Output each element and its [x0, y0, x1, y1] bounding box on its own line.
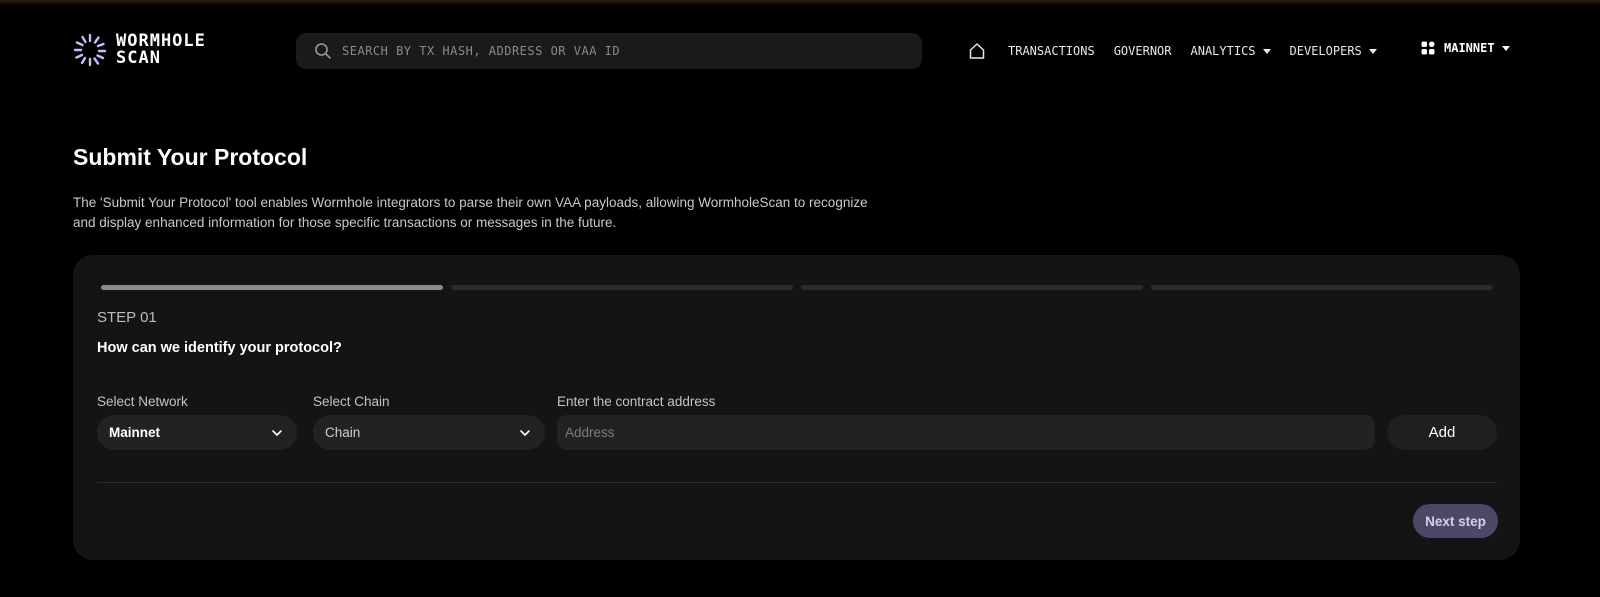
caret-down-icon: [1262, 48, 1271, 54]
caret-down-icon: [1368, 48, 1377, 54]
chain-select[interactable]: Chain: [313, 415, 545, 450]
progress-segment-2: [451, 285, 793, 290]
nav-governor[interactable]: GOVERNOR: [1114, 44, 1172, 58]
nav-developers-label: DEVELOPERS: [1289, 44, 1362, 58]
network-selector[interactable]: MAINNET: [1421, 41, 1510, 55]
logo-text: WORMHOLE SCAN: [116, 33, 206, 67]
chevron-down-icon: [272, 429, 282, 436]
progress-segment-3: [801, 285, 1143, 290]
nav-analytics-label: ANALYTICS: [1190, 44, 1256, 58]
chain-select-value: Chain: [325, 425, 361, 440]
step-progress: [101, 285, 1501, 290]
page-title: Submit Your Protocol: [73, 144, 308, 170]
network-select-value: Mainnet: [109, 425, 161, 440]
search-bar[interactable]: [296, 33, 922, 69]
address-field[interactable]: [557, 415, 1375, 450]
divider: [97, 482, 1497, 483]
progress-segment-4: [1151, 285, 1493, 290]
nav-home[interactable]: [968, 42, 986, 60]
step-question: How can we identify your protocol?: [97, 340, 342, 356]
chevron-down-icon: [520, 429, 530, 436]
main-nav: TRANSACTIONS GOVERNOR ANALYTICS DEVELOPE…: [968, 41, 1377, 61]
address-input[interactable]: [565, 425, 1365, 440]
nav-analytics[interactable]: ANALYTICS: [1191, 44, 1271, 58]
nav-transactions[interactable]: TRANSACTIONS: [1008, 44, 1095, 58]
page-description: The 'Submit Your Protocol' tool enables …: [73, 195, 868, 230]
add-button[interactable]: Add: [1387, 415, 1497, 450]
nav-governor-label: GOVERNOR: [1113, 44, 1172, 58]
nav-developers[interactable]: DEVELOPERS: [1290, 44, 1377, 58]
search-input[interactable]: [342, 44, 902, 58]
network-select[interactable]: Mainnet: [97, 415, 297, 450]
caret-down-icon: [1501, 45, 1510, 51]
wormhole-logo-icon: [73, 33, 107, 67]
submit-protocol-card: STEP 01 How can we identify your protoco…: [73, 255, 1520, 560]
header: WORMHOLE SCAN TRANSACTIONS GOVERNOR ANAL…: [0, 0, 1600, 100]
home-icon: [969, 43, 985, 59]
network-label: MAINNET: [1444, 41, 1495, 55]
logo[interactable]: WORMHOLE SCAN: [72, 32, 206, 68]
progress-segment-1: [101, 285, 443, 290]
step-label: STEP 01: [97, 309, 157, 326]
address-field-label: Enter the contract address: [557, 394, 716, 409]
chain-field-label: Select Chain: [313, 394, 390, 409]
nav-transactions-label: TRANSACTIONS: [1008, 44, 1095, 58]
logo-line2: SCAN: [116, 48, 161, 68]
next-step-button[interactable]: Next step: [1413, 504, 1498, 538]
network-field-label: Select Network: [97, 394, 188, 409]
search-icon: [315, 43, 331, 59]
grid-icon: [1421, 41, 1435, 55]
